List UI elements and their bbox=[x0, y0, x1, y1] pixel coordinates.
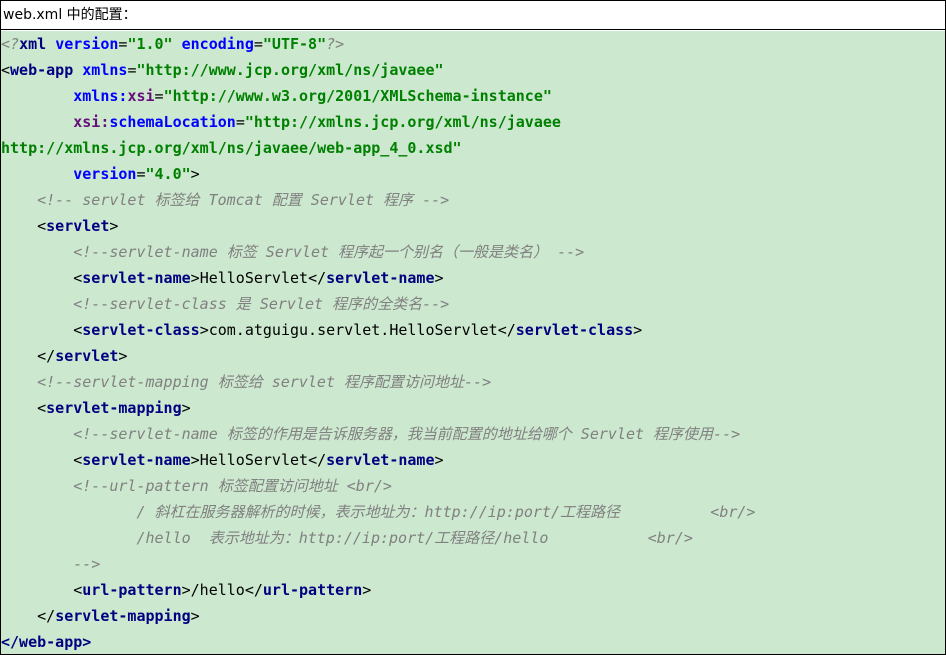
mapping-servlet-name-tag: servlet-name bbox=[82, 451, 191, 469]
code-frame: web.xml 中的配置： <?xml version="1.0" encodi… bbox=[0, 0, 946, 655]
xml-decl-name: xml bbox=[19, 35, 47, 53]
code-line-comment-3: <!--servlet-class 是 Servlet 程序的全类名--> bbox=[1, 291, 449, 317]
code-line-servlet-mapping-close: </servlet-mapping> bbox=[1, 607, 200, 625]
servlet-class-close-tag: servlet-class bbox=[515, 321, 634, 339]
eq: = bbox=[154, 87, 164, 105]
xml-decl-close: ?> bbox=[326, 35, 345, 53]
servlet-name-tag: servlet-name bbox=[82, 269, 191, 287]
xml-decl-version-attr: version bbox=[55, 35, 119, 53]
servlet-mapping-tag: servlet-mapping bbox=[46, 399, 182, 417]
servlet-name-close-tag: servlet-name bbox=[326, 269, 435, 287]
comment-servlet: <!-- servlet 标签给 Tomcat 配置 Servlet 程序 --… bbox=[37, 191, 450, 209]
xml-decl-encoding-attr: encoding bbox=[181, 35, 254, 53]
comment-servlet-class: <!--servlet-class 是 Servlet 程序的全类名--> bbox=[73, 295, 450, 313]
code-line-servlet-name: <servlet-name>HelloServlet</servlet-name… bbox=[1, 269, 444, 287]
comment-mapping-servlet-name: <!--servlet-name 标签的作用是告诉服务器，我当前配置的地址给哪个… bbox=[73, 425, 741, 443]
code-line-servlet-close: </servlet> bbox=[1, 347, 128, 365]
code-line-web-app-close: </web-app> bbox=[1, 629, 91, 655]
comment-servlet-name: <!--servlet-name 标签 Servlet 程序起一个别名（一般是类… bbox=[73, 243, 585, 261]
xsi-value: "http://www.w3.org/2001/XMLSchema-instan… bbox=[163, 87, 552, 105]
url-pattern-value: /hello bbox=[190, 581, 245, 599]
comment-hello-meaning: /hello 表示地址为：http://ip:port/工程路径/hello <… bbox=[136, 529, 693, 547]
servlet-class-value: com.atguigu.servlet.HelloServlet bbox=[208, 321, 498, 339]
code-line-version: version="4.0"> bbox=[1, 161, 200, 187]
servlet-mapping-close-tag: servlet-mapping bbox=[55, 607, 191, 625]
code-line-xmlns-xsi: xmlns:xsi="http://www.w3.org/2001/XMLSch… bbox=[1, 83, 552, 109]
code-line-comment-4: <!--servlet-mapping 标签给 servlet 程序配置访问地址… bbox=[1, 369, 491, 395]
code-line-comment-5: <!--servlet-name 标签的作用是告诉服务器，我当前配置的地址给哪个… bbox=[1, 421, 740, 447]
lt: < bbox=[1, 61, 11, 79]
web-app-tag: web-app bbox=[10, 61, 74, 79]
xml-decl-encoding-value: "UTF-8" bbox=[262, 35, 327, 53]
schema-location-value-2: http://xmlns.jcp.org/xml/ns/javaee/web-a… bbox=[1, 139, 462, 157]
servlet-name-value: HelloServlet bbox=[199, 269, 309, 287]
comment-end: --> bbox=[73, 555, 101, 573]
code-line-schema-location: xsi:schemaLocation="http://xmlns.jcp.org… bbox=[1, 109, 561, 135]
xml-decl-version-value: "1.0" bbox=[127, 35, 173, 53]
code-line-web-app-open: <web-app xmlns="http://www.jcp.org/xml/n… bbox=[1, 57, 444, 83]
xsi-prefix: xmlns: bbox=[73, 87, 128, 105]
schema-location-value-1: "http://xmlns.jcp.org/xml/ns/javaee bbox=[244, 113, 561, 131]
xsi-name: xsi bbox=[127, 87, 155, 105]
servlet-class-tag: servlet-class bbox=[82, 321, 200, 339]
mapping-servlet-name-close-tag: servlet-name bbox=[326, 451, 435, 469]
url-pattern-tag: url-pattern bbox=[82, 581, 182, 599]
code-line-comment-7: / 斜杠在服务器解析的时候，表示地址为：http://ip:port/工程路径 … bbox=[1, 499, 755, 525]
xmlns-value: "http://www.jcp.org/xml/ns/javaee" bbox=[136, 61, 444, 79]
code-line-comment-6: <!--url-pattern 标签配置访问地址 <br/> bbox=[1, 473, 392, 499]
xml-decl-open: <? bbox=[1, 35, 20, 53]
eq: = bbox=[136, 165, 146, 183]
code-line-mapping-servlet-name: <servlet-name>HelloServlet</servlet-name… bbox=[1, 451, 444, 469]
code-line-comment-1: <!-- servlet 标签给 Tomcat 配置 Servlet 程序 --… bbox=[1, 187, 449, 213]
version-value: "4.0" bbox=[145, 165, 191, 183]
mapping-servlet-name-value: HelloServlet bbox=[199, 451, 309, 469]
code-line-comment-9: --> bbox=[1, 551, 100, 577]
eq: = bbox=[235, 113, 245, 131]
code-line-comment-2: <!--servlet-name 标签 Servlet 程序起一个别名（一般是类… bbox=[1, 239, 584, 265]
servlet-close-tag: servlet bbox=[55, 347, 119, 365]
comment-url-pattern: <!--url-pattern 标签配置访问地址 <br/> bbox=[73, 477, 392, 495]
xmlns-attr: xmlns bbox=[82, 61, 128, 79]
gt: > bbox=[190, 165, 200, 183]
version-attr: version bbox=[73, 165, 137, 183]
code-title: web.xml 中的配置： bbox=[1, 1, 945, 30]
comment-slash-meaning: / 斜杠在服务器解析的时候，表示地址为：http://ip:port/工程路径 … bbox=[136, 503, 756, 521]
code-line-schema-location-cont: http://xmlns.jcp.org/xml/ns/javaee/web-a… bbox=[1, 135, 462, 161]
schema-location-attr: schemaLocation bbox=[109, 113, 236, 131]
code-line-comment-8: /hello 表示地址为：http://ip:port/工程路径/hello <… bbox=[1, 525, 693, 551]
schema-prefix: xsi: bbox=[73, 113, 110, 131]
code-line-servlet-mapping-open: <servlet-mapping> bbox=[1, 399, 191, 417]
code-line-xml-declaration: <?xml version="1.0" encoding="UTF-8"?> bbox=[1, 35, 345, 53]
servlet-tag: servlet bbox=[46, 217, 110, 235]
url-pattern-close-tag: url-pattern bbox=[262, 581, 363, 599]
code-line-servlet-class: <servlet-class>com.atguigu.servlet.Hello… bbox=[1, 321, 643, 339]
comment-servlet-mapping: <!--servlet-mapping 标签给 servlet 程序配置访问地址… bbox=[37, 373, 492, 391]
code-block: <?xml version="1.0" encoding="UTF-8"?> <… bbox=[1, 31, 945, 654]
web-app-close-tag: </web-app> bbox=[1, 633, 92, 651]
code-line-servlet-open: <servlet> bbox=[1, 217, 119, 235]
code-line-url-pattern: <url-pattern>/hello</url-pattern> bbox=[1, 581, 372, 599]
